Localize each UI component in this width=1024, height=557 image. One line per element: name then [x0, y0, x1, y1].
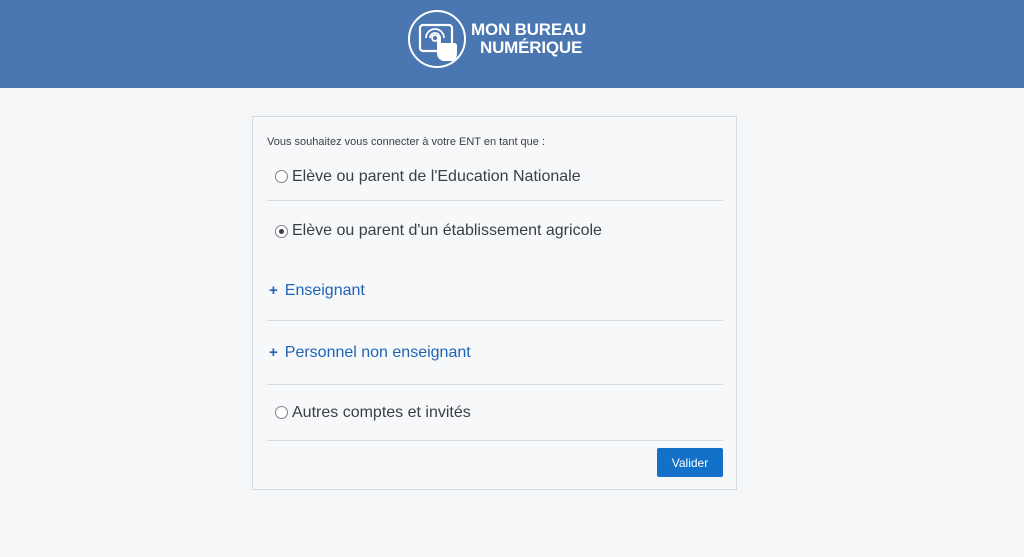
option-label: Elève ou parent de l'Education Nationale: [292, 167, 581, 185]
option-label: Autres comptes et invités: [292, 403, 471, 421]
logo-text: MON BUREAU NUMÉRIQUE: [471, 21, 586, 57]
radio-autres-comptes[interactable]: [275, 406, 288, 419]
plus-icon: +: [269, 282, 278, 299]
expand-personnel-non-enseignant[interactable]: + Personnel non enseignant: [267, 321, 723, 385]
expand-label: Enseignant: [284, 281, 365, 299]
option-label: Elève ou parent d'un établissement agric…: [292, 222, 602, 239]
radio-education-nationale[interactable]: [275, 170, 288, 183]
header-bar: MON BUREAU NUMÉRIQUE: [0, 0, 1024, 88]
option-autres-comptes[interactable]: Autres comptes et invités: [267, 385, 723, 441]
option-education-nationale[interactable]: Elève ou parent de l'Education Nationale: [267, 153, 723, 201]
intro-text: Vous souhaitez vous connecter à votre EN…: [267, 136, 546, 148]
expand-label: Personnel non enseignant: [284, 343, 471, 361]
option-etablissement-agricole[interactable]: Elève ou parent d'un établissement agric…: [267, 201, 723, 261]
logo[interactable]: MON BUREAU NUMÉRIQUE: [407, 9, 586, 69]
logo-line-1: MON BUREAU: [471, 20, 587, 39]
validate-button[interactable]: Valider: [657, 448, 723, 477]
expand-enseignant[interactable]: + Enseignant: [267, 261, 723, 321]
login-type-panel: Vous souhaitez vous connecter à votre EN…: [252, 116, 737, 490]
logo-line-2: NUMÉRIQUE: [480, 38, 583, 57]
radio-etablissement-agricole[interactable]: [275, 224, 288, 238]
plus-icon: +: [269, 344, 278, 361]
tablet-touch-icon: [408, 10, 466, 68]
